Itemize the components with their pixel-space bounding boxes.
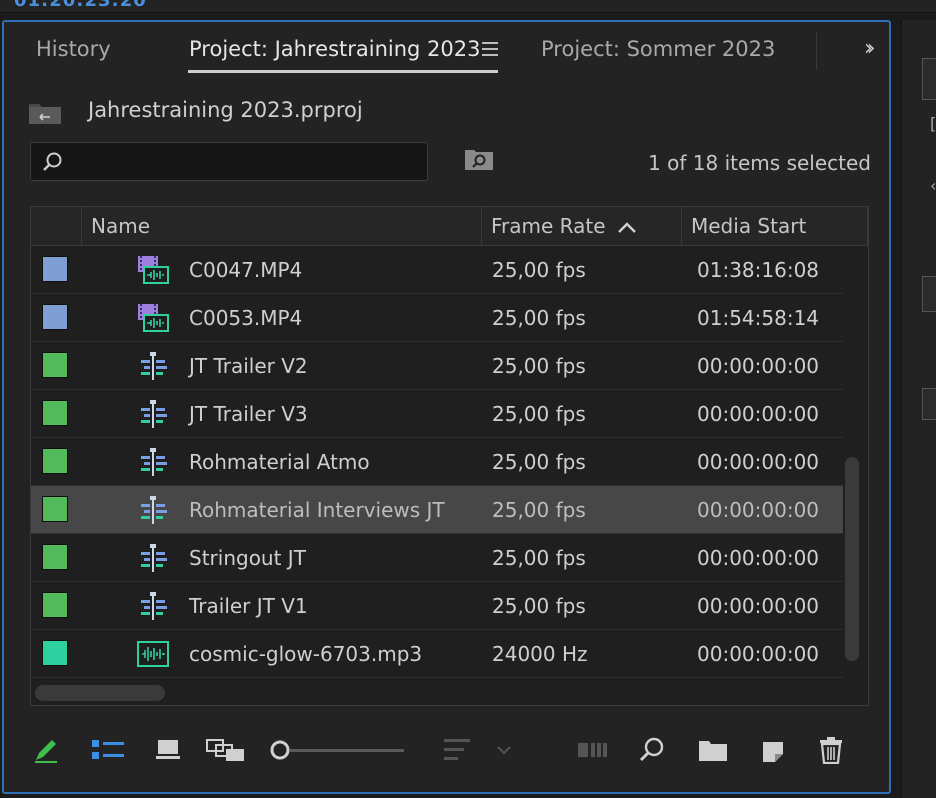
tab-divider — [816, 32, 817, 70]
sequence-icon — [137, 447, 169, 477]
item-frame-rate: 25,00 fps — [492, 450, 586, 474]
item-frame-rate: 24000 Hz — [492, 642, 588, 666]
item-name: Stringout JT — [189, 546, 306, 570]
item-name: Rohmaterial Interviews JT — [189, 498, 445, 522]
panel-menu-icon[interactable] — [482, 42, 498, 56]
item-name: C0053.MP4 — [189, 306, 303, 330]
project-filename: Jahrestraining 2023.prproj — [88, 98, 363, 122]
item-name: JT Trailer V2 — [189, 354, 308, 378]
list-view-icon[interactable] — [88, 730, 128, 770]
horizontal-scrollbar[interactable] — [35, 685, 165, 701]
label-color-swatch[interactable] — [42, 304, 68, 330]
project-items-table: Name Frame Rate Media Start C0047.MP4 25,… — [30, 206, 869, 706]
item-media-start: 00:00:00:00 — [697, 402, 820, 426]
item-name: JT Trailer V3 — [189, 402, 308, 426]
label-color-swatch[interactable] — [42, 496, 68, 522]
table-row[interactable]: JT Trailer V3 25,00 fps 00:00:00:00 — [31, 390, 843, 438]
sequence-icon — [137, 351, 169, 381]
tab-project-jahrestraining[interactable]: Project: Jahrestraining 2023 — [189, 37, 480, 61]
sort-icons-icon — [442, 730, 472, 770]
item-name: Rohmaterial Atmo — [189, 450, 370, 474]
item-frame-rate: 25,00 fps — [492, 546, 586, 570]
sequence-icon — [137, 543, 169, 573]
selection-status: 1 of 18 items selected — [648, 151, 871, 175]
freeform-view-icon[interactable] — [204, 730, 248, 770]
table-row[interactable]: C0047.MP4 25,00 fps 01:38:16:08 — [31, 246, 843, 294]
item-name: C0047.MP4 — [189, 258, 303, 282]
item-frame-rate: 25,00 fps — [492, 594, 586, 618]
adjacent-arrow-icon: ‹ — [930, 176, 936, 195]
find-icon[interactable] — [636, 730, 668, 770]
label-color-swatch[interactable] — [42, 448, 68, 474]
item-frame-rate: 25,00 fps — [492, 498, 586, 522]
search-icon — [43, 152, 62, 171]
table-row[interactable]: Rohmaterial Atmo 25,00 fps 00:00:00:00 — [31, 438, 843, 486]
sequence-icon — [137, 495, 169, 525]
column-header-frame-rate[interactable]: Frame Rate — [491, 207, 606, 245]
item-frame-rate: 25,00 fps — [492, 306, 586, 330]
table-row[interactable]: Trailer JT V1 25,00 fps 00:00:00:00 — [31, 582, 843, 630]
item-media-start: 00:00:00:00 — [697, 642, 820, 666]
sort-ascending-icon[interactable] — [617, 221, 637, 233]
label-color-swatch[interactable] — [42, 256, 68, 282]
item-media-start: 00:00:00:00 — [697, 546, 820, 570]
column-header-name[interactable]: Name — [91, 207, 150, 245]
table-row[interactable]: JT Trailer V2 25,00 fps 00:00:00:00 — [31, 342, 843, 390]
item-frame-rate: 25,00 fps — [492, 402, 586, 426]
sort-dropdown-chevron-icon — [494, 730, 514, 770]
search-input[interactable] — [71, 149, 415, 175]
item-media-start: 00:00:00:00 — [697, 450, 820, 474]
timecode-display: 01:20:23:20 — [14, 0, 147, 11]
item-name: Trailer JT V1 — [189, 594, 308, 618]
new-bin-icon[interactable] — [696, 730, 730, 770]
table-row[interactable]: Stringout JT 25,00 fps 00:00:00:00 — [31, 534, 843, 582]
audio-clip-icon — [137, 639, 169, 669]
pencil-icon[interactable] — [28, 730, 64, 770]
item-media-start: 01:54:58:14 — [697, 306, 820, 330]
table-row[interactable]: Rohmaterial Interviews JT 25,00 fps 00:00:… — [31, 486, 843, 534]
label-color-swatch[interactable] — [42, 640, 68, 666]
bottom-toolbar — [4, 730, 889, 780]
item-media-start: 00:00:00:00 — [697, 354, 820, 378]
find-in-bin-icon[interactable] — [464, 147, 494, 171]
clear-icon[interactable] — [816, 730, 846, 770]
adjacent-bracket-icon: [ — [930, 114, 936, 133]
active-tab-indicator — [188, 70, 498, 73]
table-header: Name Frame Rate Media Start — [31, 207, 868, 246]
tab-overflow-icon[interactable]: ›› — [864, 36, 875, 61]
timecode-strip: 01:20:23:20 — [0, 0, 936, 13]
zoom-slider[interactable] — [268, 730, 408, 770]
adjacent-panel-control-3[interactable] — [922, 388, 936, 420]
label-color-swatch[interactable] — [42, 400, 68, 426]
item-frame-rate: 25,00 fps — [492, 354, 586, 378]
label-color-swatch[interactable] — [42, 352, 68, 378]
sequence-icon — [137, 399, 169, 429]
vertical-scrollbar[interactable] — [845, 457, 859, 661]
tab-history[interactable]: History — [36, 37, 111, 61]
search-field[interactable] — [30, 142, 428, 181]
adjacent-panel-control[interactable] — [922, 58, 936, 100]
sequence-icon — [137, 591, 169, 621]
project-panel: History Project: Jahrestraining 2023 Pro… — [2, 20, 891, 794]
icon-view-icon[interactable] — [152, 730, 184, 770]
label-color-swatch[interactable] — [42, 544, 68, 570]
adjacent-panel-edge: [ ‹ — [901, 20, 936, 798]
label-color-swatch[interactable] — [42, 592, 68, 618]
parent-folder-icon[interactable] — [28, 96, 64, 128]
new-item-icon[interactable] — [758, 730, 788, 770]
item-media-start: 00:00:00:00 — [697, 594, 820, 618]
table-row[interactable]: C0053.MP4 25,00 fps 01:54:58:14 — [31, 294, 843, 342]
video-clip-icon — [137, 303, 169, 333]
adjacent-panel-control-2[interactable] — [922, 276, 936, 312]
item-media-start: 01:38:16:08 — [697, 258, 820, 282]
tab-project-sommer[interactable]: Project: Sommer 2023 — [541, 37, 775, 61]
column-header-media-start[interactable]: Media Start — [691, 207, 806, 245]
item-media-start: 00:00:00:00 — [697, 498, 820, 522]
item-frame-rate: 25,00 fps — [492, 258, 586, 282]
video-clip-icon — [137, 255, 169, 285]
table-row[interactable]: cosmic-glow-6703.mp3 24000 Hz 00:00:00:00 — [31, 630, 843, 678]
item-name: cosmic-glow-6703.mp3 — [189, 642, 423, 666]
automate-to-sequence-icon — [576, 730, 610, 770]
